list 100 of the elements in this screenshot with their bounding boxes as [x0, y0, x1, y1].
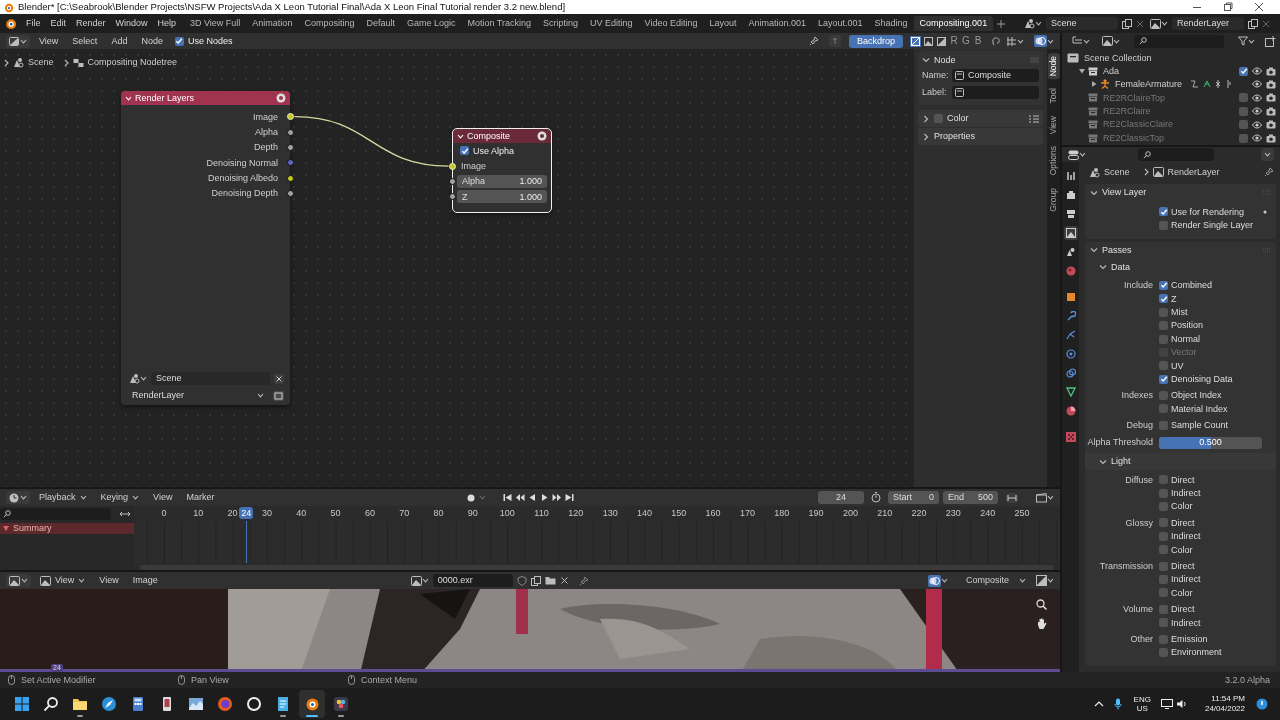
option-label[interactable]: Direct: [1171, 474, 1195, 485]
subpanel-title[interactable]: Data: [1111, 262, 1130, 273]
menu-item[interactable]: Window: [110, 17, 153, 30]
text-field[interactable]: Composite: [952, 69, 1039, 82]
menu-item[interactable]: View: [94, 574, 124, 587]
menu-item[interactable]: Render: [71, 17, 111, 30]
option-label[interactable]: Color: [1171, 501, 1193, 512]
workspace-tab[interactable]: Video Editing: [638, 16, 704, 31]
panel-title[interactable]: Node: [934, 54, 1026, 66]
number-field[interactable]: Alpha 1.000: [457, 174, 547, 188]
option-label[interactable]: Indirect: [1171, 617, 1201, 628]
channel-button[interactable]: G: [961, 35, 971, 47]
option-label[interactable]: Material Index: [1171, 403, 1228, 415]
selector-field[interactable]: Scene: [1046, 17, 1118, 30]
menu-item[interactable]: Help: [152, 17, 182, 30]
frame-field[interactable]: 24: [818, 491, 864, 504]
option-label[interactable]: Environment: [1171, 647, 1222, 658]
panel-title[interactable]: View Layer: [1102, 187, 1259, 198]
menu-item[interactable]: Playback: [34, 491, 92, 504]
workspace-tab[interactable]: Default: [360, 16, 401, 31]
workspace-tab[interactable]: Animation: [246, 16, 299, 31]
option-label[interactable]: Color: [1171, 587, 1193, 599]
tree-item-label[interactable]: Scene Collection: [1084, 52, 1152, 63]
option-label[interactable]: Normal: [1171, 333, 1200, 345]
option-label[interactable]: Use Alpha: [473, 145, 515, 156]
subpanel-title[interactable]: Light: [1111, 456, 1131, 467]
workspace-tab[interactable]: Layout: [703, 16, 743, 31]
breadcrumb-item[interactable]: Scene: [1104, 166, 1130, 178]
sidebar-tab[interactable]: Options: [1047, 143, 1060, 179]
node-title: Render Layers: [135, 92, 196, 104]
sidebar-tab[interactable]: View: [1047, 112, 1060, 138]
option-label[interactable]: Use for Rendering: [1171, 206, 1245, 217]
selector-field[interactable]: RenderLayer: [1172, 17, 1244, 30]
option-label[interactable]: Mist: [1171, 307, 1188, 318]
workspace-tab[interactable]: Motion Tracking: [461, 16, 537, 31]
clock-time[interactable]: 11:54 PM: [1211, 693, 1245, 704]
option-label[interactable]: Indirect: [1171, 488, 1201, 499]
option-label[interactable]: Color: [1171, 544, 1193, 555]
sidebar-tab[interactable]: Tool: [1047, 85, 1060, 107]
menu-item[interactable]: Keying: [95, 491, 145, 504]
option-label[interactable]: Direct: [1171, 517, 1195, 529]
option-label[interactable]: Object Index: [1171, 390, 1222, 401]
breadcrumb-item[interactable]: Compositing Nodetree: [87, 57, 178, 68]
menu-item[interactable]: View: [35, 574, 91, 587]
tree-item-label[interactable]: Ada: [1103, 65, 1119, 77]
backdrop-toggle[interactable]: Backdrop: [848, 34, 903, 48]
menu-item[interactable]: Select: [67, 34, 103, 48]
option-label[interactable]: Combined: [1171, 280, 1213, 291]
menu-item[interactable]: View: [34, 34, 64, 48]
option-label[interactable]: Denoising Data: [1171, 374, 1233, 385]
breadcrumb-item[interactable]: Scene: [28, 57, 54, 68]
option-label[interactable]: Render Single Layer: [1171, 219, 1254, 231]
workspace-tab[interactable]: UV Editing: [584, 16, 639, 31]
option-label[interactable]: Emission: [1171, 633, 1208, 645]
menu-item[interactable]: Add: [106, 34, 133, 48]
workspace-tab[interactable]: Shading: [868, 16, 914, 31]
workspace-tab[interactable]: Animation.001: [742, 16, 812, 31]
option-label[interactable]: Indirect: [1171, 531, 1201, 542]
option-label[interactable]: Use Nodes: [187, 35, 233, 47]
option-label[interactable]: Sample Count: [1171, 420, 1229, 431]
sidebar-tab[interactable]: Node: [1047, 53, 1060, 80]
panel-title[interactable]: Passes: [1102, 245, 1259, 256]
region-label[interactable]: US: [1136, 704, 1148, 714]
menu-item[interactable]: Marker: [181, 491, 220, 504]
option-label[interactable]: Indirect: [1171, 574, 1201, 585]
tree-item-label[interactable]: FemaleArmature: [1115, 79, 1183, 90]
number-field[interactable]: Start 0: [888, 491, 939, 504]
number-field[interactable]: End 500: [943, 491, 998, 504]
workspace-tab[interactable]: Scripting: [537, 16, 585, 31]
option-label[interactable]: Direct: [1171, 560, 1195, 572]
sidebar-tab[interactable]: Group: [1047, 184, 1060, 215]
workspace-tab[interactable]: 3D View Full: [184, 16, 247, 31]
menu-item[interactable]: File: [21, 17, 46, 30]
menu-item[interactable]: Image: [127, 574, 163, 587]
clock-date[interactable]: 24/04/2022: [1204, 704, 1245, 715]
scene-field[interactable]: Scene: [151, 372, 270, 385]
workspace-tab[interactable]: Compositing.001: [913, 16, 994, 31]
node-header[interactable]: Render Layers: [121, 91, 290, 105]
slider[interactable]: 0.500: [1159, 436, 1262, 449]
channel-row[interactable]: Summary: [0, 523, 134, 534]
option-label[interactable]: Z: [1171, 293, 1177, 305]
breadcrumb-item[interactable]: RenderLayer: [1167, 166, 1220, 178]
workspace-tab[interactable]: Game Logic: [400, 16, 462, 31]
workspace-tab[interactable]: Layout.001: [812, 16, 869, 31]
language-label[interactable]: ENG: [1133, 694, 1151, 704]
playhead[interactable]: 24: [239, 507, 254, 520]
menu-item[interactable]: Edit: [45, 17, 72, 30]
menu-item[interactable]: Node: [136, 34, 168, 48]
number-field[interactable]: Z 1.000: [457, 190, 547, 204]
channel-button[interactable]: B: [973, 35, 983, 47]
display-dropdown[interactable]: Composite: [958, 575, 1028, 586]
menu-item[interactable]: View: [148, 491, 178, 504]
workspace-tab[interactable]: Compositing: [298, 16, 361, 31]
option-label[interactable]: Position: [1171, 320, 1204, 331]
frame-number: 40: [296, 508, 307, 519]
option-label[interactable]: Direct: [1171, 604, 1195, 615]
image-name-field[interactable]: 0000.exr: [432, 574, 513, 587]
node-header[interactable]: Composite: [453, 129, 551, 143]
option-label[interactable]: UV: [1171, 360, 1184, 371]
channel-button[interactable]: R: [949, 35, 959, 47]
